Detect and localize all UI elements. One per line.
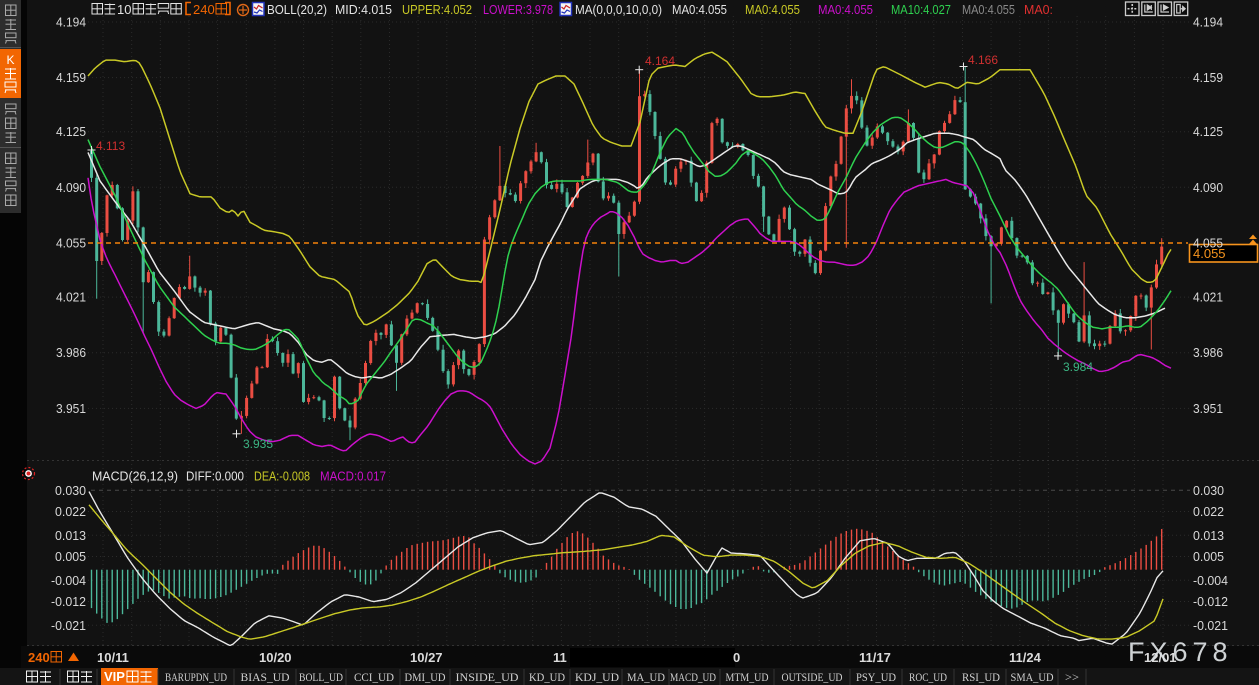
svg-text:11/17: 11/17 (859, 650, 891, 665)
svg-text:BIAS_UD: BIAS_UD (241, 670, 290, 684)
svg-text:MTM_UD: MTM_UD (726, 670, 769, 684)
svg-text:0.005: 0.005 (1193, 549, 1224, 564)
svg-text:4.164: 4.164 (645, 54, 675, 68)
svg-text:DEA:-0.008: DEA:-0.008 (254, 469, 310, 484)
svg-text:11/24: 11/24 (1009, 650, 1042, 665)
svg-text:0.005: 0.005 (55, 549, 86, 564)
svg-text:BOLL(20,2): BOLL(20,2) (267, 2, 327, 17)
svg-text:-0.012: -0.012 (51, 594, 86, 609)
svg-text:4.021: 4.021 (56, 290, 86, 305)
svg-text:KDJ_UD: KDJ_UD (575, 670, 619, 684)
svg-text:K: K (6, 53, 14, 67)
svg-text:-0.021: -0.021 (51, 618, 86, 633)
svg-text:BARUPDN_UD: BARUPDN_UD (165, 670, 227, 684)
svg-text:4.055: 4.055 (56, 236, 86, 251)
svg-text:4.090: 4.090 (56, 180, 86, 195)
svg-text:MA(0,0,0,10,0,0): MA(0,0,0,10,0,0) (575, 2, 662, 17)
svg-text:MA0:4.055: MA0:4.055 (962, 2, 1015, 17)
svg-text:MID:4.015: MID:4.015 (335, 2, 392, 17)
svg-text:UPPER:4.052: UPPER:4.052 (402, 2, 472, 17)
svg-text:RSI_UD: RSI_UD (962, 670, 1000, 684)
svg-text:PSY_UD: PSY_UD (856, 670, 896, 684)
svg-text:0.022: 0.022 (1193, 504, 1224, 519)
svg-text:ROC_UD: ROC_UD (909, 670, 947, 684)
svg-text:0.030: 0.030 (55, 483, 86, 498)
svg-text:-0.021: -0.021 (1193, 618, 1228, 633)
svg-text:FX678: FX678 (1128, 637, 1233, 667)
svg-text:MA0:4.055: MA0:4.055 (672, 2, 727, 17)
svg-text:3.986: 3.986 (1193, 345, 1223, 360)
svg-text:DMI_UD: DMI_UD (405, 670, 446, 684)
svg-text:OUTSIDE_UD: OUTSIDE_UD (782, 670, 843, 684)
svg-text:CCI_UD: CCI_UD (354, 670, 394, 684)
svg-text:4.113: 4.113 (96, 139, 125, 153)
svg-text:3.951: 3.951 (1193, 401, 1223, 416)
svg-text:DIFF:0.000: DIFF:0.000 (186, 469, 244, 484)
svg-text:4.125: 4.125 (1193, 124, 1223, 139)
svg-text:10/27: 10/27 (410, 650, 443, 665)
svg-text:0.013: 0.013 (1193, 528, 1224, 543)
svg-text:MACD:0.017: MACD:0.017 (320, 469, 386, 484)
svg-text:SMA_UD: SMA_UD (1011, 670, 1054, 684)
svg-text:4.194: 4.194 (1193, 15, 1223, 30)
svg-text:4.090: 4.090 (1193, 180, 1223, 195)
svg-text:3.986: 3.986 (56, 345, 86, 360)
svg-text:0: 0 (733, 650, 740, 665)
svg-text:4.194: 4.194 (56, 15, 86, 30)
svg-text:MA10:4.027: MA10:4.027 (891, 2, 951, 17)
svg-text:-0.004: -0.004 (51, 573, 86, 588)
svg-text:MA0:4.055: MA0:4.055 (818, 2, 873, 17)
svg-text:4.125: 4.125 (56, 124, 86, 139)
svg-text:MA_UD: MA_UD (627, 670, 665, 684)
svg-text:4.166: 4.166 (968, 53, 998, 67)
svg-text:-0.004: -0.004 (1193, 573, 1228, 588)
svg-text:0.013: 0.013 (55, 528, 86, 543)
svg-text:BOLL_UD: BOLL_UD (299, 670, 343, 684)
svg-text:LOWER:3.978: LOWER:3.978 (483, 2, 553, 17)
svg-text:0.022: 0.022 (55, 504, 86, 519)
svg-text:3.984: 3.984 (1063, 360, 1093, 374)
svg-text:>>: >> (1065, 670, 1079, 684)
svg-text:MACD_UD: MACD_UD (670, 670, 716, 684)
svg-text:MACD(26,12,9): MACD(26,12,9) (92, 469, 178, 484)
svg-text:KD_UD: KD_UD (529, 670, 565, 684)
svg-text:INSIDE_UD: INSIDE_UD (456, 670, 519, 684)
svg-text:MA0:: MA0: (1024, 2, 1053, 17)
svg-text:0.030: 0.030 (1193, 483, 1224, 498)
svg-text:240: 240 (193, 2, 215, 17)
svg-text:3.951: 3.951 (56, 401, 86, 416)
svg-text:VIP: VIP (104, 669, 125, 684)
svg-text:4.021: 4.021 (1193, 290, 1223, 305)
svg-text:4.159: 4.159 (1193, 70, 1223, 85)
svg-text:10/11: 10/11 (97, 650, 129, 665)
svg-text:4.055: 4.055 (1193, 236, 1223, 251)
svg-text:3.935: 3.935 (243, 437, 273, 451)
svg-text:240: 240 (28, 650, 50, 665)
svg-text:4.159: 4.159 (56, 70, 86, 85)
svg-text:10/20: 10/20 (259, 650, 292, 665)
svg-text:-0.012: -0.012 (1193, 594, 1228, 609)
svg-text:10: 10 (117, 2, 131, 17)
svg-text:11: 11 (553, 650, 567, 665)
svg-text:MA0:4.055: MA0:4.055 (745, 2, 800, 17)
